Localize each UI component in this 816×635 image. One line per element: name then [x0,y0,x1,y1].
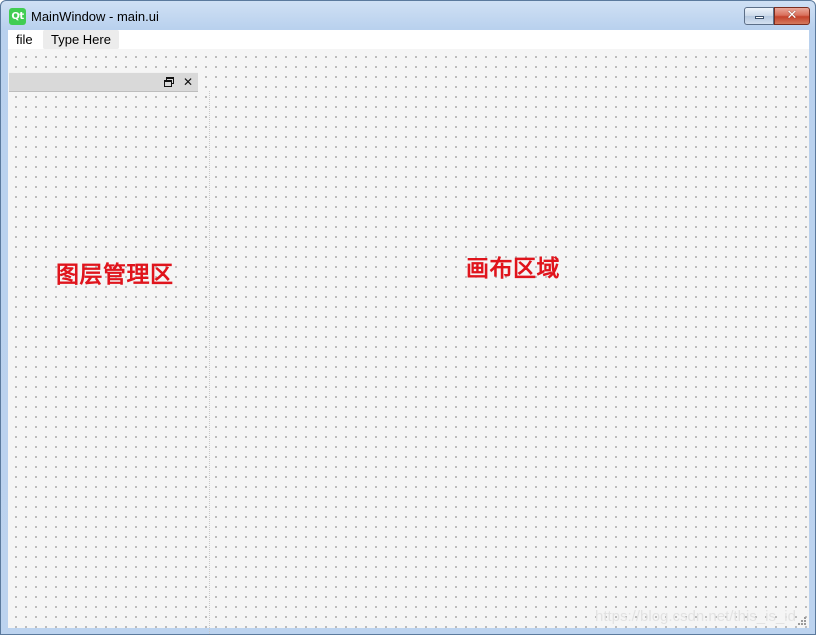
menu-bar: file Type Here [8,30,809,49]
client-area: file Type Here ✕ 图层管理区 画布区域 [8,30,809,635]
main-window: Qt MainWindow - main.ui ✕ file Type Here… [0,0,816,635]
minimize-button[interactable] [744,7,774,25]
close-button[interactable]: ✕ [774,7,810,25]
layer-area-label: 图层管理区 [56,262,174,288]
resize-grip-icon[interactable] [797,616,807,626]
float-window-icon[interactable] [163,76,175,88]
menu-type-here[interactable]: Type Here [43,30,119,49]
minimize-icon [755,16,764,19]
dock-title-bar[interactable]: ✕ [9,72,198,92]
qt-app-icon: Qt [9,8,26,25]
layer-dock-panel [9,91,210,635]
close-icon: ✕ [786,8,798,23]
menu-file[interactable]: file [16,30,33,49]
canvas-area-label: 画布区域 [466,256,560,282]
window-title: MainWindow - main.ui [31,9,159,24]
dock-close-icon[interactable]: ✕ [181,74,195,90]
designer-grid[interactable]: ✕ 图层管理区 画布区域 [8,49,809,635]
watermark-text: https://blog.csdn.net/this_is_id [595,608,796,625]
title-bar[interactable]: Qt MainWindow - main.ui ✕ [1,1,815,29]
